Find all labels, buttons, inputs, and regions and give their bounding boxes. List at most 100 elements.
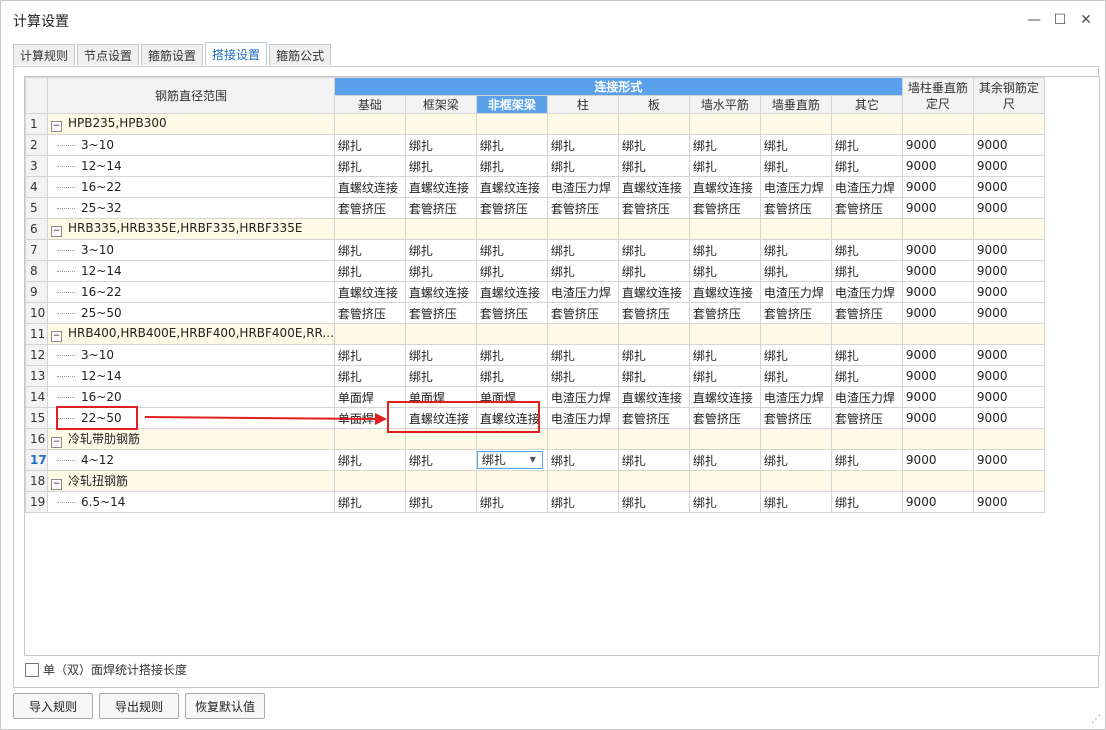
value-cell[interactable]: 绑扎: [617, 134, 690, 156]
value-cell[interactable]: 绑扎: [759, 491, 832, 513]
value-cell[interactable]: 9000: [972, 155, 1045, 177]
value-cell[interactable]: 绑扎: [546, 344, 619, 366]
range-cell[interactable]: − HPB235,HPB300: [47, 113, 335, 135]
value-cell[interactable]: 绑扎: [475, 239, 548, 261]
value-cell[interactable]: [972, 428, 1045, 450]
value-cell[interactable]: [333, 218, 406, 240]
value-cell[interactable]: 绑扎: [830, 134, 903, 156]
value-cell[interactable]: 9000: [972, 407, 1045, 429]
value-cell[interactable]: 绑扎: [830, 365, 903, 387]
value-cell[interactable]: [333, 323, 406, 345]
value-cell[interactable]: 绑扎: [333, 260, 406, 282]
value-cell[interactable]: [404, 218, 477, 240]
value-cell[interactable]: 绑扎: [546, 449, 619, 471]
resize-grip-icon[interactable]: ⋰: [1091, 714, 1101, 725]
value-cell[interactable]: 直螺纹连接: [475, 281, 548, 303]
value-cell[interactable]: 套管挤压: [475, 302, 548, 324]
value-cell[interactable]: 9000: [972, 281, 1045, 303]
range-cell[interactable]: 12~14: [47, 365, 335, 387]
value-cell[interactable]: 绑扎: [688, 260, 761, 282]
range-cell[interactable]: − HRB335,HRB335E,HRBF335,HRBF335E: [47, 218, 335, 240]
value-cell[interactable]: 套管挤压: [830, 407, 903, 429]
value-cell[interactable]: 绑扎: [830, 260, 903, 282]
value-cell[interactable]: [759, 218, 832, 240]
value-cell[interactable]: 套管挤压: [688, 197, 761, 219]
value-cell[interactable]: 绑扎: [617, 491, 690, 513]
value-cell[interactable]: 绑扎: [404, 365, 477, 387]
value-cell[interactable]: 绑扎: [830, 155, 903, 177]
value-cell[interactable]: 绑扎: [830, 344, 903, 366]
value-cell[interactable]: [546, 470, 619, 492]
value-cell[interactable]: [617, 113, 690, 135]
group-row[interactable]: 18− 冷轧扭钢筋: [25, 470, 1045, 492]
collapse-icon[interactable]: −: [51, 479, 62, 490]
value-cell[interactable]: [901, 113, 974, 135]
table-row[interactable]: 2 3~10 绑扎 绑扎 绑扎 绑扎 绑扎 绑扎 绑扎 绑扎 9000 9000: [25, 134, 1045, 156]
range-cell[interactable]: 3~10: [47, 134, 335, 156]
table-row[interactable]: 5 25~32 套管挤压 套管挤压 套管挤压 套管挤压 套管挤压 套管挤压 套管挤压 套管挤压 90…: [25, 197, 1045, 219]
value-cell[interactable]: 电渣压力焊: [830, 176, 903, 198]
export-rules-button[interactable]: 导出规则: [99, 693, 179, 719]
tab-3[interactable]: 搭接设置: [205, 42, 268, 65]
group-row[interactable]: 11− HRB400,HRB400E,HRBF400,HRBF400E,RR...: [25, 323, 1045, 345]
value-cell[interactable]: 绑扎: [617, 344, 690, 366]
value-cell[interactable]: 9000: [972, 344, 1045, 366]
value-cell[interactable]: 套管挤压: [404, 302, 477, 324]
value-cell[interactable]: [830, 323, 903, 345]
value-cell[interactable]: [972, 323, 1045, 345]
range-cell[interactable]: 12~14: [47, 260, 335, 282]
collapse-icon[interactable]: −: [51, 437, 62, 448]
value-cell[interactable]: [546, 323, 619, 345]
value-cell[interactable]: 直螺纹连接: [404, 281, 477, 303]
value-cell[interactable]: [972, 113, 1045, 135]
value-cell[interactable]: [404, 113, 477, 135]
value-cell[interactable]: [546, 218, 619, 240]
value-cell[interactable]: 9000: [901, 365, 974, 387]
value-cell[interactable]: 绑扎: [475, 155, 548, 177]
value-cell[interactable]: 绑扎: [688, 155, 761, 177]
value-cell[interactable]: [972, 218, 1045, 240]
value-cell[interactable]: 套管挤压: [546, 197, 619, 219]
value-cell[interactable]: 绑扎: [404, 491, 477, 513]
value-cell[interactable]: 套管挤压: [759, 197, 832, 219]
minimize-icon[interactable]: —: [1021, 7, 1047, 33]
value-cell[interactable]: 9000: [901, 197, 974, 219]
value-cell[interactable]: 绑扎: [617, 239, 690, 261]
value-cell[interactable]: 9000: [901, 260, 974, 282]
value-cell[interactable]: 9000: [901, 407, 974, 429]
value-cell[interactable]: 绑扎: [830, 239, 903, 261]
table-row[interactable]: 17 4~12 绑扎 绑扎 绑扎 ▼ 绑扎 绑扎 绑扎 绑扎 绑扎 9000 9000: [25, 449, 1045, 471]
value-cell[interactable]: 9000: [972, 176, 1045, 198]
value-cell[interactable]: 绑扎: [333, 239, 406, 261]
value-cell[interactable]: 套管挤压: [475, 197, 548, 219]
value-cell[interactable]: 套管挤压: [688, 302, 761, 324]
value-cell[interactable]: [759, 428, 832, 450]
table-row[interactable]: 9 16~22 直螺纹连接 直螺纹连接 直螺纹连接 电渣压力焊 直螺纹连接 直螺纹连接 电渣压力…: [25, 281, 1045, 303]
value-cell[interactable]: 绑扎: [333, 365, 406, 387]
value-cell[interactable]: [333, 113, 406, 135]
range-cell[interactable]: 6.5~14: [47, 491, 335, 513]
value-cell[interactable]: [901, 218, 974, 240]
group-row[interactable]: 6− HRB335,HRB335E,HRBF335,HRBF335E: [25, 218, 1045, 240]
value-cell[interactable]: 9000: [901, 134, 974, 156]
value-cell[interactable]: 绑扎: [404, 260, 477, 282]
value-cell[interactable]: 绑扎: [688, 449, 761, 471]
value-cell[interactable]: 绑扎: [404, 344, 477, 366]
value-cell[interactable]: 9000: [972, 491, 1045, 513]
value-cell[interactable]: [688, 470, 761, 492]
value-cell[interactable]: [972, 470, 1045, 492]
value-cell[interactable]: 绑扎: [759, 239, 832, 261]
value-cell[interactable]: 直螺纹连接: [688, 176, 761, 198]
value-cell[interactable]: [759, 113, 832, 135]
table-row[interactable]: 8 12~14 绑扎 绑扎 绑扎 绑扎 绑扎 绑扎 绑扎 绑扎 9000 9000: [25, 260, 1045, 282]
value-cell[interactable]: 电渣压力焊: [546, 407, 619, 429]
collapse-icon[interactable]: −: [51, 331, 62, 342]
value-cell[interactable]: 9000: [901, 155, 974, 177]
table-row[interactable]: 7 3~10 绑扎 绑扎 绑扎 绑扎 绑扎 绑扎 绑扎 绑扎 9000 9000: [25, 239, 1045, 261]
maximize-icon[interactable]: ☐: [1047, 7, 1073, 33]
value-cell[interactable]: 9000: [901, 491, 974, 513]
value-cell[interactable]: 绑扎: [404, 134, 477, 156]
value-cell[interactable]: [759, 470, 832, 492]
value-cell[interactable]: 绑扎 ▼: [475, 449, 548, 471]
range-cell[interactable]: 4~12: [47, 449, 335, 471]
